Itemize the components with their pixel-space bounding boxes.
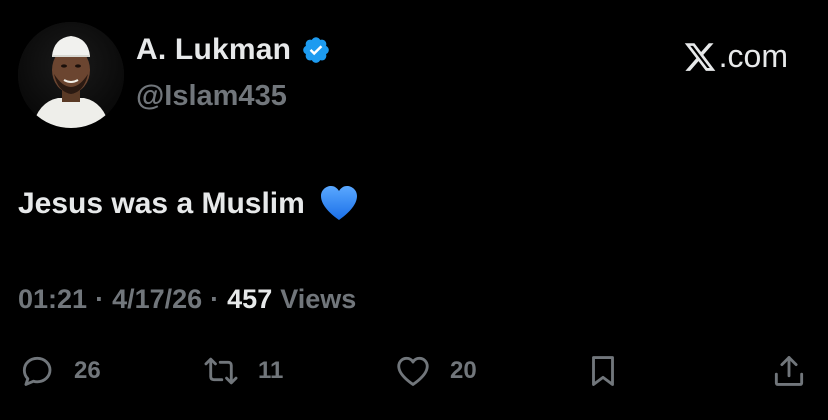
reply-icon [22, 356, 52, 386]
repost-icon [204, 357, 238, 385]
site-label: .com [683, 38, 788, 75]
views-label: Views [280, 284, 357, 314]
views-count: 457 [227, 284, 273, 314]
like-icon [397, 356, 429, 386]
reply-button[interactable]: 26 [18, 352, 101, 390]
bookmark-button[interactable] [584, 352, 622, 390]
bookmark-icon [592, 356, 614, 386]
handle[interactable]: @Islam435 [136, 80, 287, 113]
repost-button[interactable]: 11 [202, 352, 283, 390]
share-button[interactable] [770, 352, 808, 390]
like-count: 20 [450, 357, 477, 384]
x-logo-icon [684, 42, 715, 71]
display-name[interactable]: A. Lukman [136, 33, 291, 67]
avatar[interactable] [18, 22, 124, 128]
tweet-text: Jesus was a Muslim [18, 184, 359, 224]
meta-separator: · [95, 284, 105, 314]
like-button[interactable]: 20 [394, 352, 477, 390]
tweet-time[interactable]: 01:21 [18, 284, 87, 315]
tweet-date[interactable]: 4/17/26 [112, 284, 202, 315]
meta-separator: · [210, 284, 220, 314]
blue-heart-icon [320, 186, 357, 220]
tweet-meta: 01:21 · 4/17/26 · 457 Views [18, 284, 356, 315]
reply-count: 26 [74, 357, 101, 384]
site-domain: .com [718, 38, 788, 74]
avatar-photo [18, 22, 124, 128]
share-icon [774, 356, 804, 386]
repost-count: 11 [258, 357, 284, 384]
action-bar: 26 11 20 [0, 352, 828, 400]
tweet-body: Jesus was a Muslim [18, 187, 305, 220]
author-name-row: A. Lukman [136, 33, 331, 67]
verified-badge-icon [301, 35, 331, 65]
